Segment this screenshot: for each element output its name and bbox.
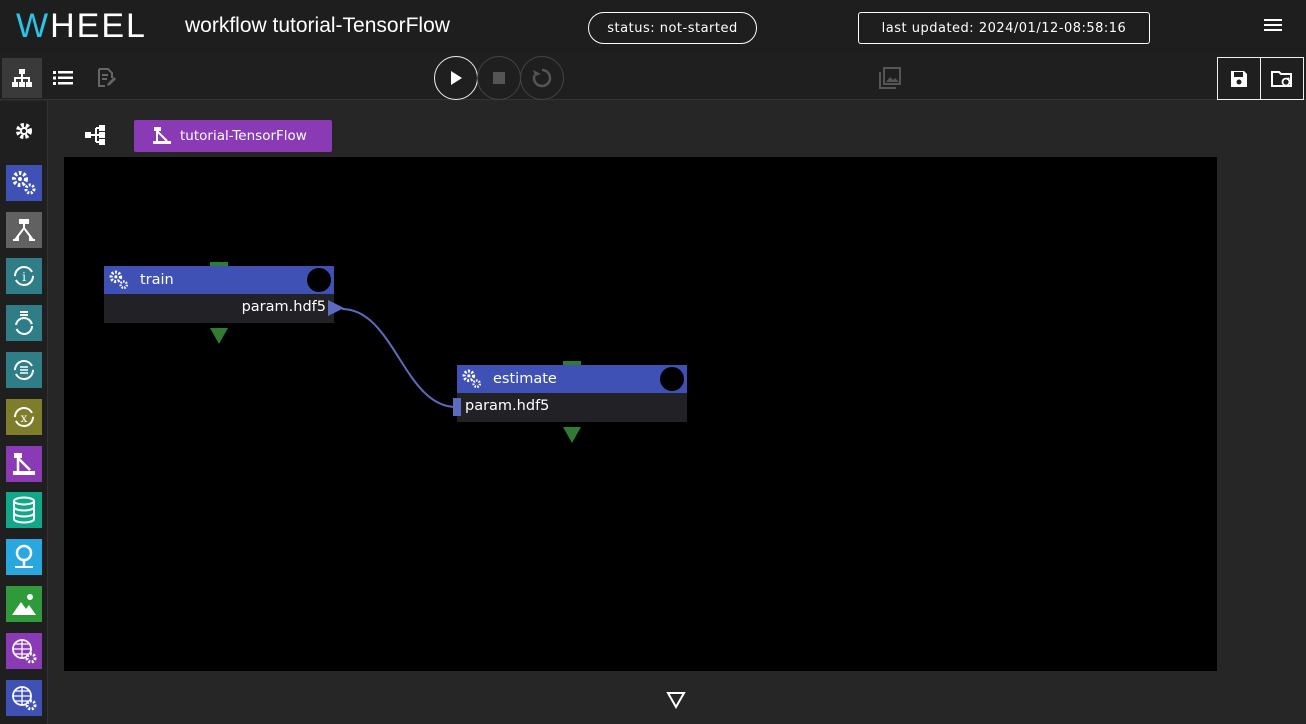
- palette-source-icon[interactable]: [6, 539, 42, 575]
- sitemap-icon: [12, 69, 32, 87]
- last-updated-badge: last updated: 2024/01/12-08:58:16: [858, 12, 1150, 44]
- output-file-label: param.hdf5: [241, 299, 326, 315]
- palette-foreach-icon[interactable]: [6, 352, 42, 388]
- node-header[interactable]: train: [104, 266, 334, 294]
- node-state-indicator: [660, 367, 684, 391]
- wheel-logo: WHEEL: [16, 7, 147, 45]
- run-button[interactable]: [434, 56, 478, 100]
- node-header[interactable]: estimate: [457, 365, 687, 393]
- list-icon: [53, 71, 73, 85]
- palette-while-icon[interactable]: [6, 305, 42, 341]
- play-icon: [451, 71, 462, 85]
- breadcrumb[interactable]: tutorial-TensorFlow: [134, 120, 332, 152]
- gear-icon: [16, 123, 32, 139]
- node-name: estimate: [493, 371, 557, 387]
- stop-icon: [493, 72, 505, 84]
- node-io-row: param.hdf5: [104, 294, 344, 323]
- loop-info-icon: i: [14, 266, 34, 286]
- toolbar: [0, 54, 1306, 100]
- node-state-indicator: [307, 268, 331, 292]
- input-file-connector[interactable]: [453, 398, 461, 416]
- gears-icon: [12, 171, 36, 195]
- viewer-button[interactable]: [876, 64, 904, 92]
- palette-viewer-icon[interactable]: [6, 586, 42, 622]
- triangle-down-icon: [666, 692, 686, 709]
- database-icon: [13, 496, 35, 524]
- node-name: train: [140, 272, 174, 288]
- next-connector[interactable]: [210, 328, 228, 344]
- next-connector[interactable]: [563, 427, 581, 443]
- palette-stepjob-icon[interactable]: [6, 633, 42, 669]
- edit-document-icon: [98, 68, 116, 87]
- floppy-disk-icon: [1231, 70, 1247, 87]
- palette-parameter-study-icon[interactable]: x: [6, 399, 42, 435]
- status-badge: status: not-started: [588, 12, 757, 44]
- settings-gear-icon[interactable]: [6, 113, 42, 149]
- revert-button[interactable]: [1260, 57, 1304, 100]
- output-file-connector[interactable]: [328, 300, 346, 316]
- bottom-panel-toggle[interactable]: [662, 686, 690, 714]
- app-header: WHEEL workflow tutorial-TensorFlow statu…: [0, 0, 1306, 54]
- file-connection-line: [341, 308, 457, 408]
- svg-text:x: x: [21, 411, 28, 425]
- text-editor-tab[interactable]: [86, 58, 126, 98]
- cleanup-button[interactable]: [520, 56, 564, 100]
- palette-for-icon[interactable]: i: [6, 258, 42, 294]
- component-palette: i x: [0, 101, 48, 724]
- gears-icon: [109, 270, 129, 290]
- globe-gear-icon: [12, 686, 37, 711]
- location-pin-icon: [15, 544, 33, 568]
- workflow-graph-canvas[interactable]: train param.hdf5 estimate param.hdf5: [64, 157, 1217, 671]
- workflow-title: workflow tutorial-TensorFlow: [185, 14, 450, 37]
- palette-bulkjob-icon[interactable]: [6, 680, 42, 716]
- reset-icon: [532, 68, 552, 88]
- palette-task-icon[interactable]: [6, 165, 42, 201]
- component-tree-icon[interactable]: [84, 124, 106, 146]
- breadcrumb-label: tutorial-TensorFlow: [180, 128, 307, 144]
- loop-lines-icon: [15, 311, 33, 335]
- stop-button[interactable]: [477, 56, 521, 100]
- workflow-icon: [153, 127, 171, 144]
- palette-storage-icon[interactable]: [6, 492, 42, 528]
- node-io-row: param.hdf5: [453, 393, 687, 422]
- save-button[interactable]: [1217, 57, 1261, 100]
- loop-x-icon: x: [14, 407, 34, 427]
- palette-if-icon[interactable]: [6, 212, 42, 248]
- folder-sync-icon: [1271, 70, 1292, 87]
- branch-arrows-icon: [13, 219, 35, 241]
- graph-view-tab[interactable]: [2, 58, 42, 98]
- loop-list-icon: [14, 360, 34, 380]
- image-gallery-icon: [879, 67, 901, 89]
- workflow-icon: [13, 453, 35, 475]
- globe-gear-icon: [12, 639, 37, 664]
- gears-icon: [462, 369, 482, 389]
- hamburger-menu-icon[interactable]: [1260, 16, 1286, 38]
- svg-text:i: i: [22, 270, 26, 284]
- palette-workflow-icon[interactable]: [6, 446, 42, 482]
- input-file-label: param.hdf5: [465, 398, 550, 414]
- mountain-image-icon: [12, 594, 36, 615]
- list-view-tab[interactable]: [43, 58, 83, 98]
